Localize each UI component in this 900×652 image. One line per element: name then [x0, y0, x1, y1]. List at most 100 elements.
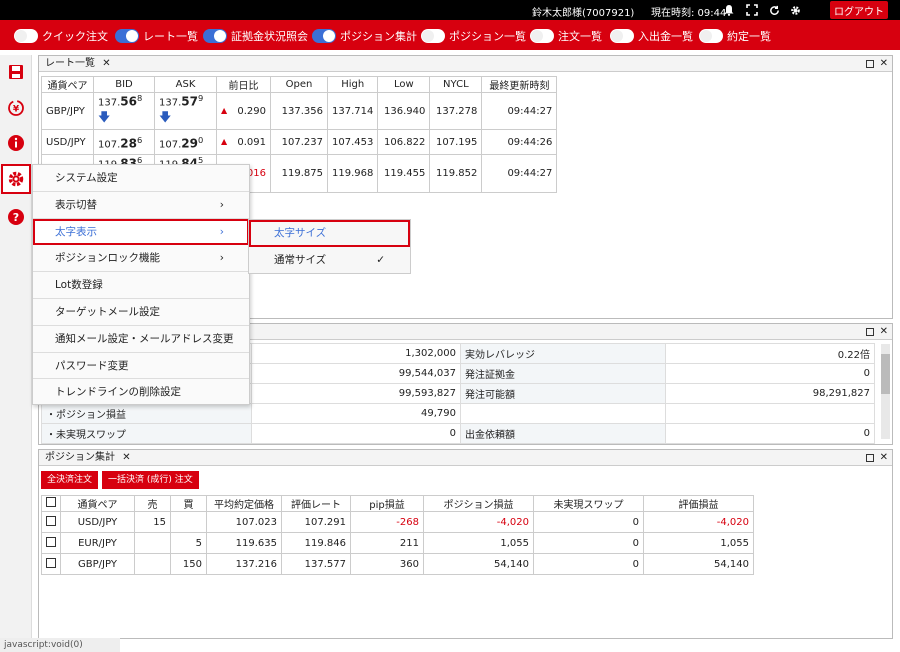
sidebar: ¥ ?	[0, 55, 32, 640]
toggle-switch[interactable]	[14, 28, 38, 43]
menu-item-target-mail[interactable]: ターゲットメール設定	[33, 299, 249, 326]
bid-cell[interactable]: 107.286	[93, 129, 155, 156]
submenu-item-normal-size[interactable]: 通常サイズ ✓	[249, 247, 410, 274]
down-arrow-icon: 🡇	[98, 110, 111, 125]
info-icon[interactable]	[3, 130, 29, 156]
menu-item-password-change[interactable]: パスワード変更	[33, 353, 249, 380]
maximize-icon[interactable]	[865, 454, 874, 462]
table-row[interactable]: GBP/JPY 150 137.216 137.577 360 54,140 0…	[41, 553, 754, 575]
toggle-switch[interactable]	[421, 28, 445, 43]
column-header: 前日比	[216, 76, 271, 93]
row-checkbox[interactable]	[46, 536, 56, 547]
gear-icon[interactable]	[788, 3, 802, 17]
up-triangle-icon: ▲	[221, 136, 228, 146]
toggle-rate-list[interactable]: レート一覧	[115, 27, 198, 44]
chevron-right-icon: ›	[219, 252, 224, 265]
column-header: Low	[377, 76, 431, 93]
up-triangle-icon: ▲	[221, 105, 228, 115]
down-arrow-icon: 🡇	[159, 110, 172, 125]
currency-pair: GBP/JPY	[41, 91, 94, 131]
column-header: 売	[134, 495, 171, 512]
current-time: 現在時刻: 09:44	[651, 8, 727, 19]
bulk-market-close-button[interactable]: 一括決済 (成行) 注文	[102, 471, 199, 489]
position-summary-panel: ポジション集計 ✕ ✕ 全決済注文 一括決済 (成行) 注文 通貨ペア 売 買 平…	[38, 449, 893, 639]
save-icon[interactable]	[3, 59, 29, 85]
toggle-switch[interactable]	[312, 28, 336, 43]
ask-cell[interactable]: 137.579 🡇	[154, 91, 217, 131]
menu-item-display-switch[interactable]: 表示切替 ›	[33, 192, 249, 219]
column-header: Open	[270, 76, 328, 93]
close-icon[interactable]: ✕	[102, 58, 110, 69]
top-bar: 鈴木太郎様(7007921) 現在時刻: 09:44 ログアウト	[0, 0, 900, 20]
menu-item-notification-mail[interactable]: 通知メール設定・メールアドレス変更	[33, 326, 249, 353]
menu-item-bold-display[interactable]: 太字表示 ›	[33, 218, 249, 246]
scrollbar[interactable]	[881, 344, 890, 439]
table-row[interactable]: GBP/JPY 137.568 🡇 137.579 🡇 ▲ 0.290 137.3…	[41, 91, 558, 131]
toggle-switch[interactable]	[610, 28, 634, 43]
fullscreen-icon[interactable]	[745, 3, 759, 17]
rate-panel-title: レート一覧 ✕ ✕	[39, 56, 892, 72]
menu-item-position-lock[interactable]: ポジションロック機能 ›	[33, 245, 249, 273]
settings-gear-icon[interactable]	[1, 164, 31, 194]
check-icon: ✓	[376, 254, 385, 266]
menu-item-lot-registration[interactable]: Lot数登録	[33, 272, 249, 299]
menu-item-trendline-delete[interactable]: トレンドラインの削除設定	[33, 379, 249, 406]
table-row[interactable]: EUR/JPY 5 119.635 119.846 211 1,055 0 1,…	[41, 532, 754, 554]
column-header: 平均約定価格	[206, 495, 282, 512]
currency-pair: USD/JPY	[41, 129, 94, 156]
help-icon[interactable]: ?	[3, 204, 29, 230]
user-name: 鈴木太郎様(7007921)	[532, 8, 635, 19]
close-icon[interactable]: ✕	[122, 452, 130, 463]
bell-icon[interactable]	[722, 3, 736, 17]
column-header: 通貨ペア	[41, 76, 94, 93]
column-header: ASK	[154, 76, 217, 93]
toggle-position-list[interactable]: ポジション一覧	[421, 27, 526, 44]
deposit-icon[interactable]: ¥	[3, 95, 29, 121]
submenu-item-bold-size[interactable]: 太字サイズ	[249, 220, 410, 247]
position-panel-title: ポジション集計 ✕ ✕	[39, 450, 892, 466]
menu-item-system-settings[interactable]: システム設定	[33, 165, 249, 192]
maximize-icon[interactable]	[865, 328, 874, 336]
toggle-execution-list[interactable]: 約定一覧	[699, 27, 771, 44]
close-icon[interactable]: ✕	[880, 56, 888, 72]
close-all-button[interactable]: 全決済注文	[41, 471, 99, 489]
svg-text:¥: ¥	[13, 105, 20, 115]
bold-display-submenu: 太字サイズ 通常サイズ ✓	[248, 219, 411, 274]
table-row[interactable]: USD/JPY 107.286 107.290 ▲ 0.091 107.237 1…	[41, 129, 558, 156]
ask-cell[interactable]: 107.290	[154, 129, 217, 156]
column-header: 評価損益	[643, 495, 754, 512]
refresh-icon[interactable]	[767, 3, 781, 17]
logout-button[interactable]: ログアウト	[830, 1, 888, 19]
column-header: NYCL	[429, 76, 483, 93]
column-header: 最終更新時刻	[481, 76, 558, 93]
close-icon[interactable]: ✕	[880, 450, 888, 466]
toggle-position-summary[interactable]: ポジション集計	[312, 27, 417, 44]
row-checkbox[interactable]	[46, 557, 56, 568]
table-row[interactable]: USD/JPY 15 107.023 107.291 -268 -4,020 0…	[41, 511, 754, 533]
close-icon[interactable]: ✕	[880, 324, 888, 340]
toggle-order-list[interactable]: 注文一覧	[530, 27, 602, 44]
row-checkbox[interactable]	[46, 515, 56, 526]
column-header: 未実現スワップ	[533, 495, 644, 512]
column-header: BID	[93, 76, 155, 93]
column-header: 通貨ペア	[60, 495, 135, 512]
bid-cell[interactable]: 137.568 🡇	[93, 91, 155, 131]
column-header: 買	[170, 495, 207, 512]
select-all-checkbox[interactable]	[46, 497, 56, 507]
column-header: 評価レート	[281, 495, 351, 512]
toggle-switch[interactable]	[115, 28, 139, 43]
svg-text:?: ?	[13, 211, 19, 224]
toggle-margin-status[interactable]: 証拠金状況照会	[203, 27, 308, 44]
toggle-switch[interactable]	[530, 28, 554, 43]
chevron-right-icon: ›	[219, 225, 224, 238]
position-table: 通貨ペア 売 買 平均約定価格 評価レート pip損益 ポジション損益 未実現ス…	[41, 495, 754, 575]
toggle-switch[interactable]	[203, 28, 227, 43]
toggle-deposit-list[interactable]: 入出金一覧	[610, 27, 693, 44]
column-header: ポジション損益	[423, 495, 534, 512]
settings-menu: システム設定 表示切替 › 太字表示 › ポジションロック機能 › Lot数登録 ター…	[32, 164, 250, 405]
toggle-switch[interactable]	[699, 28, 723, 43]
chevron-right-icon: ›	[219, 198, 224, 211]
column-header: pip損益	[350, 495, 424, 512]
maximize-icon[interactable]	[865, 60, 874, 68]
toggle-quick-order[interactable]: クイック注文	[14, 27, 108, 44]
